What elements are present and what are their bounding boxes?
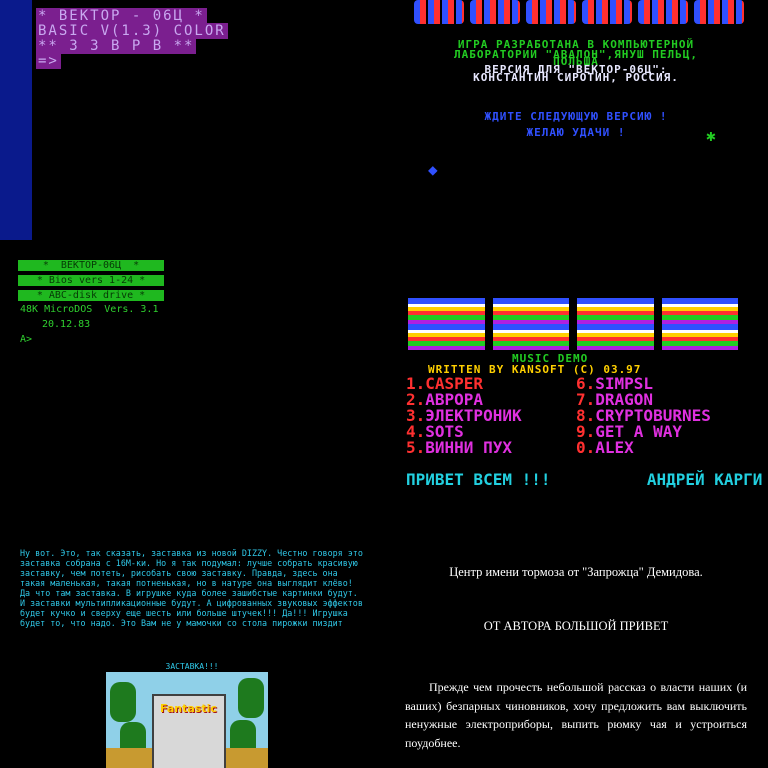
screensaver-caption: ЗАСТАВКА!!! xyxy=(165,662,219,671)
demo-scroller: ПРИВЕТ ВСЕМ !!! АНДРЕЙ КАРГИ xyxy=(406,470,763,489)
boot-line-2: BASIC V(1.3) COLOR xyxy=(36,23,228,39)
document-heading: ОТ АВТОРА БОЛЬШОЙ ПРИВЕТ xyxy=(483,619,669,633)
real-logo xyxy=(408,298,738,350)
credits-line-6: ЖДИТЕ СЛЕДУЮЩУЮ ВЕРСИЮ ! xyxy=(484,110,668,123)
game-title-logo xyxy=(414,0,744,28)
real-music-demo-screen: MUSIC DEMO WRITTEN BY KANSOFT (C) 03.97 … xyxy=(384,240,768,528)
dos-prompt[interactable]: A> xyxy=(20,334,32,346)
track-5[interactable]: 5.ВИННИ ПУХ xyxy=(406,440,512,456)
dizzy-note-text: Ну вот. Это, так сказать, заставка из но… xyxy=(20,548,363,628)
screen-border xyxy=(0,0,32,240)
boot-line-3: ** 3 3 В Р В ** xyxy=(36,38,197,54)
bios-bar-3: * ABC-disk drive * xyxy=(18,290,164,301)
dos-version: 48K MicroDOS Vers. 3.1 xyxy=(20,304,159,315)
bug-sprite-icon: ✱ xyxy=(706,126,716,145)
basic-prompt[interactable]: => xyxy=(36,53,61,69)
track-0[interactable]: 0.ALEX xyxy=(576,440,634,456)
bios-bar-1: * ВЕКТОР-06Ц * xyxy=(18,260,164,271)
basic-boot-screen: * ВЕКТОР - 06Ц * BASIC V(1.3) COLOR ** 3… xyxy=(0,0,384,240)
dos-date: 20.12.83 xyxy=(42,319,91,330)
bios-bar-2: * Bios vers 1-24 * xyxy=(18,275,164,286)
dizzy-note-screen: Ну вот. Это, так сказать, заставка из но… xyxy=(0,528,384,768)
screensaver-image: Fantastic xyxy=(106,672,268,768)
document-screen: Центр имени тормоза от "Запрожца" Демидо… xyxy=(384,528,768,768)
document-header: Центр имени тормоза от "Запрожца" Демидо… xyxy=(449,565,703,579)
microdos-screen: * ВЕКТОР-06Ц * * Bios vers 1-24 * * ABC-… xyxy=(0,240,384,528)
game-credits-screen: ИГРА РАЗРАБОТАНА В КОМПЬЮТЕРНОЙ ЛАБОРАТО… xyxy=(384,0,768,240)
credits-line-5: КОНСТАНТИН СИРОТИН, РОССИЯ. xyxy=(473,71,679,84)
boot-line-1: * ВЕКТОР - 06Ц * xyxy=(36,8,207,24)
ship-sprite-icon: ◆ xyxy=(428,160,438,179)
document-body: Прежде чем прочесть небольшой рассказ о … xyxy=(405,680,747,750)
fantastic-logo: Fantastic xyxy=(160,702,217,715)
